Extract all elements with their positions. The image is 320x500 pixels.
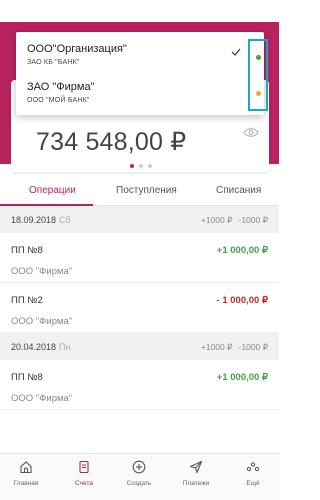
- tab-income[interactable]: Поступления: [116, 185, 177, 196]
- nav-home[interactable]: Главная: [4, 460, 48, 500]
- operation-row[interactable]: ПП №2 ООО "Фирма" - 1 000,00 ₽: [0, 283, 279, 333]
- nav-label: Ещё: [246, 480, 260, 487]
- check-icon: [231, 48, 241, 56]
- operation-amount: - 1 000,00 ₽: [216, 295, 268, 306]
- more-icon: [246, 462, 260, 472]
- operation-row[interactable]: ПП №8 ООО "Фирма" +1 000,00 ₽: [0, 233, 279, 283]
- day-expense: -1000 ₽: [238, 342, 268, 352]
- date-label: 18.09.2018: [11, 215, 57, 225]
- nav-more[interactable]: Ещё: [231, 460, 275, 500]
- eye-icon[interactable]: [243, 127, 259, 138]
- date-header: 18.09.2018 Сб +1000 ₽ -1000 ₽: [0, 206, 279, 233]
- account-dropdown: ООО"Организация" ЗАО КБ "БАНК" ЗАО "Фирм…: [16, 32, 264, 115]
- operation-party: ООО "Фирма": [11, 316, 73, 327]
- nav-label: Создать: [126, 480, 152, 487]
- status-bar: [0, 0, 279, 22]
- day-income: +1000 ₽: [200, 342, 233, 352]
- account-status-dot: [256, 91, 261, 96]
- carousel-dots: [130, 164, 152, 168]
- bottom-navigation: Главная Счета Создать Платежи Ещё: [0, 453, 279, 500]
- nav-label: Счета: [75, 480, 93, 487]
- carousel-dot: [148, 164, 152, 168]
- operation-title: ПП №8: [11, 372, 43, 383]
- operation-party: ООО "Фирма": [11, 266, 73, 277]
- home-icon: [20, 461, 32, 474]
- operation-amount: +1 000,00 ₽: [216, 372, 268, 383]
- operation-title: ПП №2: [11, 295, 43, 306]
- tab-operations[interactable]: Операции: [29, 185, 76, 196]
- tab-expenses[interactable]: Списания: [216, 185, 261, 196]
- weekday-label: Сб: [59, 215, 71, 225]
- carousel-dot: [139, 164, 143, 168]
- carousel-dot-active: [130, 164, 134, 168]
- operation-amount: +1 000,00 ₽: [216, 245, 268, 256]
- nav-accounts[interactable]: Счета: [62, 460, 106, 500]
- nav-label: Платежи: [182, 480, 210, 487]
- account-name: ЗАО "Фирма": [27, 81, 95, 93]
- operations-tabs: Операции Поступления Списания: [0, 176, 279, 206]
- nav-create[interactable]: Создать: [117, 460, 161, 500]
- account-option[interactable]: ЗАО "Фирма" ООО "МОЙ БАНК": [16, 73, 264, 114]
- plus-circle-icon: [132, 460, 146, 474]
- date-header: 20.04.2018 Пн +1000 ₽ -1000 ₽: [0, 333, 279, 360]
- account-bank: ЗАО КБ "БАНК": [27, 59, 80, 66]
- weekday-label: Пн: [59, 342, 71, 352]
- operation-title: ПП №8: [11, 245, 43, 256]
- account-name: ООО"Организация": [27, 43, 127, 55]
- operation-row[interactable]: ПП №8 ООО "Фирма" +1 000,00 ₽: [0, 360, 279, 410]
- send-icon: [189, 460, 203, 474]
- nav-payments[interactable]: Платежи: [174, 460, 218, 500]
- account-option[interactable]: ООО"Организация" ЗАО КБ "БАНК": [16, 32, 264, 73]
- date-label: 20.04.2018: [11, 342, 57, 352]
- account-bank: ООО "МОЙ БАНК": [27, 97, 90, 104]
- document-icon: [79, 460, 89, 474]
- nav-label: Главная: [13, 480, 39, 487]
- operation-party: ООО "Фирма": [11, 393, 73, 404]
- day-expense: -1000 ₽: [238, 215, 268, 225]
- account-indicator-highlight: [248, 39, 268, 111]
- account-status-dot: [256, 55, 261, 60]
- balance-amount: 734 548,00 ₽: [36, 128, 187, 156]
- day-income: +1000 ₽: [200, 215, 233, 225]
